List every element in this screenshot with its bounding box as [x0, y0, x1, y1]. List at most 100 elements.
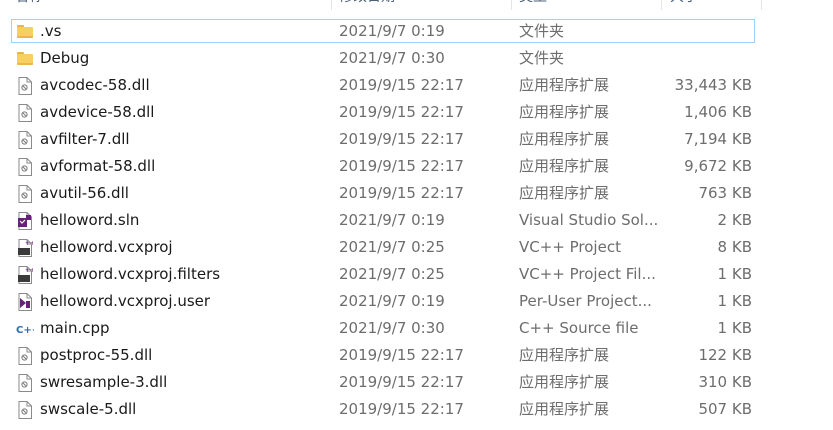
column-header-name[interactable]: 名称 [15, 0, 315, 10]
file-size: 1,406 KB [684, 103, 752, 121]
file-size [662, 45, 752, 72]
file-name: avutil-56.dll [40, 184, 129, 202]
visual-studio-solution-icon [15, 207, 35, 234]
dll-file-icon [15, 342, 35, 369]
dll-file-icon [15, 369, 35, 396]
file-row[interactable]: C++ main.cpp 2021/9/7 0:30 C++ Source file 1… [0, 315, 833, 342]
file-type: Visual Studio Sol... [519, 211, 659, 229]
file-modified-date: 2019/9/15 22:17 [339, 184, 464, 202]
file-size: 1 KB [717, 319, 752, 337]
column-divider[interactable] [661, 0, 662, 10]
file-modified-date: 2019/9/15 22:17 [339, 157, 464, 175]
file-modified-date: 2019/9/15 22:17 [339, 130, 464, 148]
file-type: 文件夹 [519, 49, 565, 67]
file-row[interactable]: avformat-58.dll 2019/9/15 22:17 应用程序扩展 9,67… [0, 153, 833, 180]
file-name: helloword.vcxproj.filters [40, 265, 221, 283]
dll-file-icon [15, 180, 35, 207]
file-row[interactable]: swscale-5.dll 2019/9/15 22:17 应用程序扩展 507 KB [0, 396, 833, 423]
file-type: 应用程序扩展 [519, 346, 610, 364]
file-modified-date: 2021/9/7 0:30 [339, 319, 445, 337]
file-size: 1 KB [717, 265, 752, 283]
file-size: 122 KB [698, 346, 752, 364]
file-name: helloword.vcxproj.user [40, 292, 211, 310]
file-row[interactable]: avutil-56.dll 2019/9/15 22:17 应用程序扩展 763 KB [0, 180, 833, 207]
file-type: C++ Source file [519, 319, 639, 337]
file-modified-date: 2019/9/15 22:17 [339, 76, 464, 94]
file-size: 8 KB [717, 238, 752, 256]
file-list: .vs 2021/9/7 0:19 文件夹 Debug 2021/9/7 0:30 文件夹… [0, 18, 833, 423]
cpp-file-icon: C++ [15, 315, 35, 342]
column-divider[interactable] [331, 0, 332, 10]
file-size: 310 KB [698, 373, 752, 391]
column-header-type[interactable]: 类型 [519, 0, 649, 10]
file-modified-date: 2019/9/15 22:17 [339, 373, 464, 391]
file-type: VC++ Project Fil... [519, 265, 656, 283]
file-type: 应用程序扩展 [519, 400, 610, 418]
file-name: avformat-58.dll [40, 157, 156, 175]
vcxproj-user-file-icon [15, 288, 35, 315]
vcxproj-filters-file-icon: ++ [15, 261, 35, 288]
file-modified-date: 2021/9/7 0:25 [339, 265, 445, 283]
folder-icon [15, 45, 35, 72]
file-modified-date: 2019/9/15 22:17 [339, 103, 464, 121]
file-explorer-view: 名称 修改日期 类型 大小 .vs 2021/9/7 0:19 文件夹 Debug 20… [0, 0, 833, 430]
file-row[interactable]: ++ helloword.vcxproj 2021/9/7 0:25 VC++ Pro… [0, 234, 833, 261]
file-row[interactable]: swresample-3.dll 2019/9/15 22:17 应用程序扩展 310… [0, 369, 833, 396]
file-row[interactable]: helloword.vcxproj.user 2021/9/7 0:19 Per-U… [0, 288, 833, 315]
file-type: Per-User Project... [519, 292, 652, 310]
dll-file-icon [15, 153, 35, 180]
file-name: main.cpp [40, 319, 110, 337]
file-type: 文件夹 [519, 22, 565, 40]
file-name: avdevice-58.dll [40, 103, 155, 121]
dll-file-icon [15, 99, 35, 126]
file-name: avfilter-7.dll [40, 130, 130, 148]
file-type: 应用程序扩展 [519, 184, 610, 202]
file-size [662, 18, 752, 45]
file-size: 9,672 KB [684, 157, 752, 175]
folder-row[interactable]: .vs 2021/9/7 0:19 文件夹 [0, 18, 833, 45]
file-modified-date: 2021/9/7 0:19 [339, 292, 445, 310]
file-size: 2 KB [717, 211, 752, 229]
file-type: 应用程序扩展 [519, 130, 610, 148]
column-header-size[interactable]: 大小 [670, 0, 760, 10]
column-divider[interactable] [511, 0, 512, 10]
dll-file-icon [15, 396, 35, 423]
file-modified-date: 2021/9/7 0:25 [339, 238, 445, 256]
folder-icon [15, 18, 35, 45]
file-type: 应用程序扩展 [519, 373, 610, 391]
folder-row[interactable]: Debug 2021/9/7 0:30 文件夹 [0, 45, 833, 72]
file-size: 507 KB [698, 400, 752, 418]
file-row[interactable]: avfilter-7.dll 2019/9/15 22:17 应用程序扩展 7,194… [0, 126, 833, 153]
file-type: VC++ Project [519, 238, 621, 256]
file-name: postproc-55.dll [40, 346, 153, 364]
file-name: Debug [40, 49, 90, 67]
file-size: 1 KB [717, 292, 752, 310]
file-row[interactable]: ++ helloword.vcxproj.filters 2021/9/7 0:25… [0, 261, 833, 288]
file-size: 7,194 KB [684, 130, 752, 148]
file-modified-date: 2021/9/7 0:19 [339, 22, 445, 40]
file-type: 应用程序扩展 [519, 103, 610, 121]
file-size: 33,443 KB [674, 76, 752, 94]
file-name: swscale-5.dll [40, 400, 137, 418]
file-name: swresample-3.dll [40, 373, 168, 391]
file-type: 应用程序扩展 [519, 76, 610, 94]
file-modified-date: 2019/9/15 22:17 [339, 346, 464, 364]
file-row[interactable]: avdevice-58.dll 2019/9/15 22:17 应用程序扩展 1,40… [0, 99, 833, 126]
vcxproj-file-icon: ++ [15, 234, 35, 261]
dll-file-icon [15, 126, 35, 153]
file-row[interactable]: postproc-55.dll 2019/9/15 22:17 应用程序扩展 122 … [0, 342, 833, 369]
svg-text:C++: C++ [16, 325, 34, 335]
file-name: helloword.sln [40, 211, 140, 229]
file-row[interactable]: helloword.sln 2021/9/7 0:19 Visual Studio … [0, 207, 833, 234]
column-divider[interactable] [761, 0, 762, 10]
file-modified-date: 2019/9/15 22:17 [339, 400, 464, 418]
file-row[interactable]: avcodec-58.dll 2019/9/15 22:17 应用程序扩展 33,44… [0, 72, 833, 99]
file-name: avcodec-58.dll [40, 76, 150, 94]
file-name: .vs [40, 22, 62, 40]
column-header-date[interactable]: 修改日期 [339, 0, 499, 10]
column-header-bar: 名称 修改日期 类型 大小 [0, 0, 833, 10]
file-type: 应用程序扩展 [519, 157, 610, 175]
dll-file-icon [15, 72, 35, 99]
file-modified-date: 2021/9/7 0:30 [339, 49, 445, 67]
file-modified-date: 2021/9/7 0:19 [339, 211, 445, 229]
